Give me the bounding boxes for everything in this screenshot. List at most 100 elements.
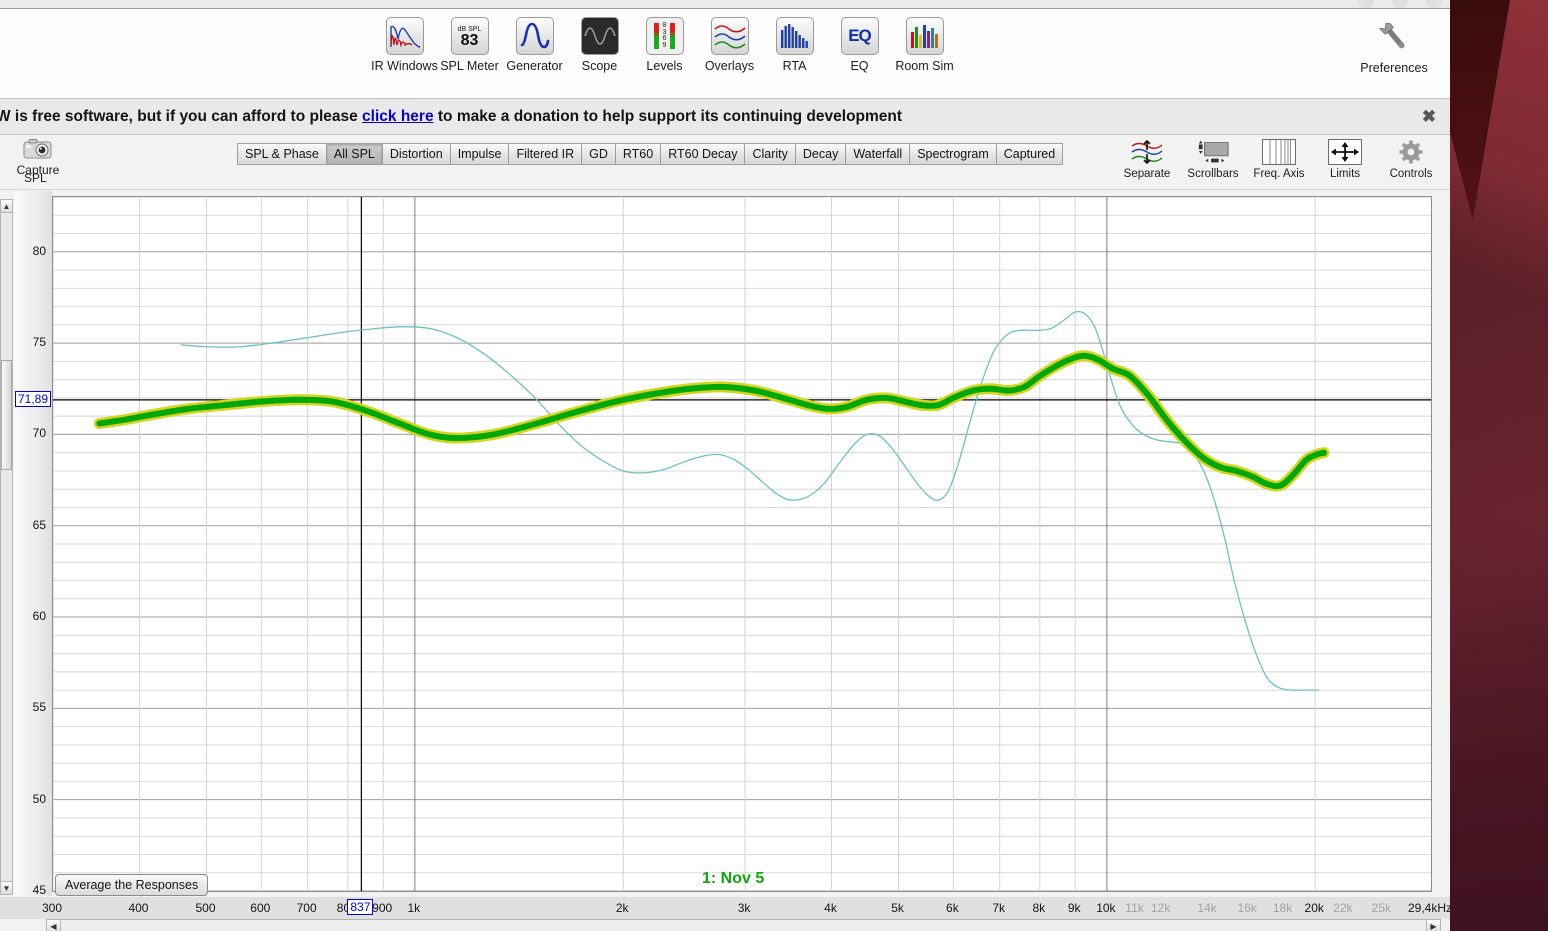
x-axis-tick: 25k — [1371, 901, 1391, 915]
donation-banner-text: W is free software, but if you can affor… — [0, 108, 902, 126]
x-axis-tick: 14k — [1197, 901, 1217, 915]
preferences-button[interactable]: Preferences — [1354, 17, 1434, 75]
y-axis-tick: 50 — [32, 791, 46, 806]
freq-axis-button[interactable]: Freq. Axis — [1248, 135, 1310, 180]
toolbar-item-label: Levels — [646, 59, 683, 73]
scroll-right-arrow-icon[interactable]: ▶ — [1426, 920, 1440, 931]
preferences-label: Preferences — [1360, 61, 1428, 75]
separate-traces-icon — [1130, 139, 1164, 165]
levels-icon: 0369 — [645, 17, 684, 55]
x-axis-tick: 600 — [250, 901, 271, 915]
toolbar-generator-button[interactable]: Generator — [502, 17, 567, 73]
toolbar-item-label: RTA — [782, 59, 807, 73]
toolbar-levels-button[interactable]: 0369 Levels — [632, 17, 697, 73]
average-responses-button[interactable]: Average the Responses — [55, 874, 209, 896]
vertical-scroll-thumb[interactable] — [1, 360, 12, 470]
y-axis[interactable]: 45 50 55 60 65 70 75 80 71,89 — [14, 191, 52, 897]
separate-traces-button[interactable]: Separate — [1116, 135, 1178, 180]
x-axis-tick: 2k — [615, 901, 629, 915]
y-axis-tick: 80 — [32, 243, 46, 258]
tool-label: Limits — [1329, 168, 1361, 180]
toolbar-item-label: EQ — [850, 59, 869, 73]
toolbar-scope-button[interactable]: Scope — [567, 17, 632, 73]
window-titlebar — [0, 0, 1450, 9]
ir-windows-icon — [385, 17, 424, 55]
limits-button[interactable]: Limits — [1314, 135, 1376, 180]
tab-all-spl[interactable]: All SPL — [326, 144, 383, 164]
x-axis-tick: 20k — [1304, 901, 1324, 915]
toolbar-rta-button[interactable]: RTA — [762, 17, 827, 73]
tab-captured[interactable]: Captured — [996, 144, 1063, 164]
tab-rt60-decay[interactable]: RT60 Decay — [661, 144, 746, 164]
banner-close-icon[interactable]: ✖ — [1420, 107, 1438, 126]
toolbar-button-group: IR Windows dB SPL 83 SPL Meter Generator — [371, 17, 957, 73]
tab-gd[interactable]: GD — [582, 144, 616, 164]
rew-application-window: IR Windows dB SPL 83 SPL Meter Generator — [0, 0, 1450, 931]
limits-icon — [1328, 139, 1362, 165]
toolbar-eq-button[interactable]: EQ EQ — [827, 17, 892, 73]
scroll-left-arrow-icon[interactable]: ◀ — [47, 920, 61, 931]
x-axis-tick: 12k — [1150, 901, 1171, 915]
tool-label: Separate — [1123, 168, 1171, 180]
window-minimize-button[interactable] — [1358, 0, 1374, 8]
toolbar-item-label: SPL Meter — [440, 59, 499, 73]
banner-text-after: to make a donation to help support its c… — [433, 107, 903, 125]
x-axis-tick: 4k — [824, 901, 837, 915]
x-axis-tick: 29,4kHz — [1407, 901, 1450, 915]
window-close-button[interactable] — [1426, 0, 1442, 8]
x-axis-tick: 500 — [195, 901, 216, 915]
room-sim-icon — [905, 17, 944, 55]
toolbar-ir-windows-button[interactable]: IR Windows — [371, 17, 438, 73]
toolbar-item-label: Scope — [581, 59, 618, 73]
window-maximize-button[interactable] — [1392, 0, 1408, 8]
x-axis-tick: 900 — [372, 901, 393, 915]
controls-button[interactable]: Controls — [1380, 135, 1442, 180]
scroll-down-arrow-icon[interactable]: ▼ — [1, 881, 12, 894]
x-axis-tick: 8k — [1032, 901, 1046, 915]
donation-link[interactable]: click here — [362, 108, 434, 125]
y-axis-tick: 75 — [32, 335, 46, 350]
scope-icon — [580, 17, 619, 55]
toolbar-overlays-button[interactable]: Overlays — [697, 17, 762, 73]
x-axis-tick: 10k — [1096, 901, 1116, 915]
tab-decay[interactable]: Decay — [795, 144, 847, 164]
y-axis-title: SPL — [24, 171, 47, 185]
scrollbars-button[interactable]: Scrollbars — [1182, 135, 1244, 180]
x-axis-tick: 400 — [128, 901, 149, 915]
tab-filtered-ir[interactable]: Filtered IR — [509, 144, 583, 164]
x-axis-tick: 700 — [296, 901, 317, 915]
toolbar-item-label: Room Sim — [895, 59, 954, 73]
x-cursor-readout[interactable]: 837 — [347, 899, 374, 915]
x-axis-tick: 6k — [946, 901, 959, 915]
scroll-up-arrow-icon[interactable]: ▲ — [1, 200, 12, 213]
tab-impulse[interactable]: Impulse — [450, 144, 510, 164]
tool-label: Scrollbars — [1187, 168, 1239, 180]
y-axis-tick: 60 — [32, 609, 46, 624]
measurement-tab-bar: Capture SPL SPL & Phase All SPL Distorti… — [0, 135, 1450, 190]
graph-vertical-scrollbar[interactable]: ▲ ▼ — [0, 199, 13, 895]
x-axis-tick: 22k — [1333, 901, 1353, 915]
toolbar-spl-meter-button[interactable]: dB SPL 83 SPL Meter — [437, 17, 502, 73]
eq-glyph: EQ — [848, 26, 872, 45]
x-axis-tick: 9k — [1067, 901, 1081, 915]
y-axis-tick: 65 — [32, 517, 46, 532]
x-axis-tick: 5k — [891, 901, 904, 915]
x-axis-tick: 11k — [1125, 901, 1144, 915]
tab-waterfall[interactable]: Waterfall — [846, 144, 911, 164]
x-axis-tick: 1k — [407, 901, 421, 915]
tab-spectrogram[interactable]: Spectrogram — [910, 144, 997, 164]
tab-distortion[interactable]: Distortion — [382, 144, 451, 164]
tab-rt60[interactable]: RT60 — [615, 144, 662, 164]
graph-horizontal-scrollbar[interactable]: ◀ ▶ — [46, 919, 1441, 931]
tab-clarity[interactable]: Clarity — [745, 144, 796, 164]
x-axis[interactable]: 3004005006007008009001k2k3k4k5k6k7k8k9k1… — [0, 897, 1450, 919]
spl-graph-panel: ▲ ▼ 45 50 55 60 65 70 75 80 71,89 Average the Re… — [0, 191, 1450, 931]
y-cursor-readout[interactable]: 71,89 — [15, 390, 52, 407]
main-toolbar: IR Windows dB SPL 83 SPL Meter Generator — [0, 9, 1450, 99]
plot-area[interactable] — [52, 196, 1432, 892]
overlays-icon — [710, 17, 749, 55]
chart-legend: 1: Nov 5 — [702, 870, 765, 887]
toolbar-room-sim-button[interactable]: Room Sim — [892, 17, 957, 73]
x-axis-tick: 7k — [992, 901, 1006, 915]
tab-spl-phase[interactable]: SPL & Phase — [238, 144, 327, 164]
